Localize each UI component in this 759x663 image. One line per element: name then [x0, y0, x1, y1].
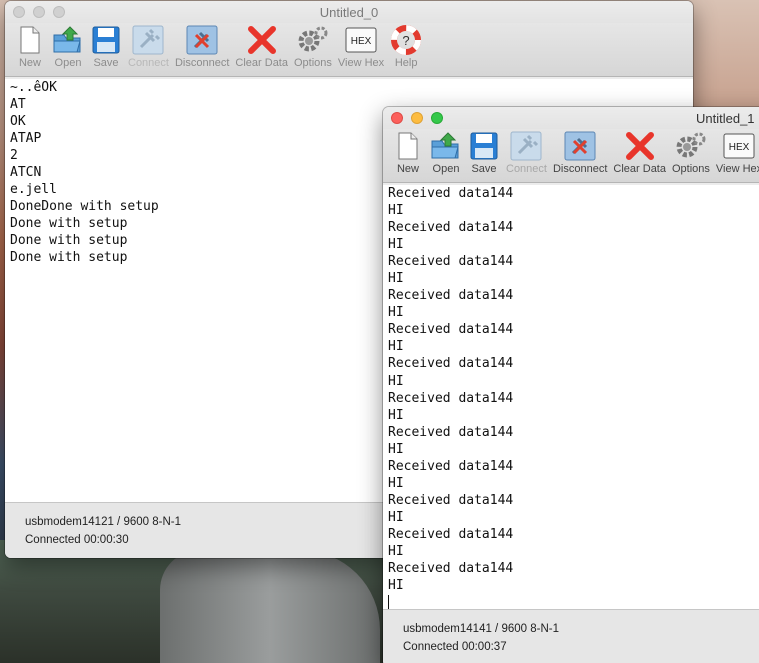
- terminal-line: HI: [388, 407, 404, 423]
- terminal-line: Received data144: [388, 186, 514, 201]
- terminal-line: Received data144: [388, 288, 514, 304]
- hex-icon: HEX: [723, 130, 755, 162]
- toolbar-button-options[interactable]: Options: [669, 129, 713, 175]
- toolbar-button-label: Open: [432, 163, 460, 175]
- toolbar-button-label: Connect: [128, 57, 169, 69]
- gear-icon: [675, 130, 707, 162]
- window-title: Untitled_1: [696, 111, 755, 126]
- new-document-icon: [392, 130, 424, 162]
- toolbar: New Open Save Connect Disconnect Clear Data Op…: [5, 23, 693, 77]
- connect-plug-icon: [132, 24, 164, 56]
- disconnect-plug-icon: [564, 130, 596, 162]
- connection-status-text: Connected 00:00:37: [403, 641, 507, 653]
- toolbar-button-label: New: [396, 163, 419, 175]
- terminal-line: HI: [388, 373, 404, 389]
- save-disk-icon: [90, 24, 122, 56]
- open-folder-icon: [430, 130, 462, 162]
- terminal-line: Received data144: [388, 322, 514, 338]
- terminal-line: Received data144: [388, 424, 514, 440]
- toolbar-button-label: Options: [293, 57, 332, 69]
- terminal-line: HI: [388, 305, 404, 321]
- terminal-line: HI: [388, 271, 404, 287]
- toolbar-button-save[interactable]: Save: [465, 129, 503, 175]
- toolbar-button-new[interactable]: New: [11, 23, 49, 69]
- terminal-output[interactable]: Received data144 HI Received data144 HI Rece…: [383, 185, 759, 609]
- toolbar-button-label: Connect: [506, 163, 547, 175]
- toolbar: New Open Save Connect Disconnect Clear Data Op…: [383, 129, 759, 183]
- terminal-line: Received data144: [388, 220, 514, 236]
- terminal-window-untitled-1: Untitled_1 New Open Save Connect Disconnect C…: [383, 107, 759, 663]
- terminal-line: Received data144: [388, 561, 514, 577]
- toolbar-button-open[interactable]: Open: [427, 129, 465, 175]
- status-bar: usbmodem14141 / 9600 8-N-1 Connected 00:…: [383, 609, 759, 663]
- terminal-line: Received data144: [388, 492, 514, 508]
- terminal-line: Received data144: [388, 390, 514, 406]
- terminal-line: Received data144: [388, 254, 514, 270]
- terminal-line: Received data144: [388, 458, 514, 474]
- toolbar-button-label: New: [18, 57, 41, 69]
- terminal-line: HI: [388, 475, 404, 491]
- terminal-line: HI: [388, 543, 404, 559]
- terminal-line: HI: [388, 509, 404, 525]
- toolbar-button-options[interactable]: Options: [291, 23, 335, 69]
- toolbar-button-label: Open: [54, 57, 82, 69]
- toolbar-button-label: View Hex: [337, 57, 385, 69]
- terminal-line: HI: [388, 441, 404, 457]
- open-folder-icon: [52, 24, 84, 56]
- toolbar-button-clear-data[interactable]: Clear Data: [232, 23, 291, 69]
- text-cursor: [388, 594, 759, 609]
- toolbar-button-open[interactable]: Open: [49, 23, 87, 69]
- toolbar-button-label: Disconnect: [174, 57, 230, 69]
- svg-text:?: ?: [403, 33, 410, 48]
- terminal-line: HI: [388, 237, 404, 253]
- close-window-button[interactable]: [391, 112, 403, 124]
- save-disk-icon: [468, 130, 500, 162]
- new-document-icon: [14, 24, 46, 56]
- toolbar-button-view-hex[interactable]: HEX View Hex: [335, 23, 387, 69]
- toolbar-button-disconnect[interactable]: Disconnect: [550, 129, 610, 175]
- gear-icon: [297, 24, 329, 56]
- clear-x-icon: [624, 130, 656, 162]
- hex-icon: HEX: [345, 24, 377, 56]
- clear-x-icon: [246, 24, 278, 56]
- toolbar-button-label: Options: [671, 163, 710, 175]
- terminal-line: Received data144: [388, 356, 514, 372]
- terminal-line: Received data144: [388, 526, 514, 542]
- toolbar-button-view-hex[interactable]: HEX View Hex: [713, 129, 759, 175]
- terminal-line: HI: [388, 339, 404, 355]
- toolbar-button-label: View Hex: [715, 163, 759, 175]
- lifebuoy-help-icon: ?: [390, 24, 422, 56]
- toolbar-button-save[interactable]: Save: [87, 23, 125, 69]
- disconnect-plug-icon: [186, 24, 218, 56]
- window-title: Untitled_0: [319, 5, 379, 20]
- toolbar-button-label: Help: [394, 57, 418, 69]
- toolbar-button-help[interactable]: ? Help: [387, 23, 425, 69]
- terminal-line: ~..êOK: [10, 80, 57, 95]
- toolbar-button-label: Save: [93, 57, 119, 69]
- minimize-window-button[interactable]: [411, 112, 423, 124]
- window-controls: [391, 112, 443, 124]
- connect-plug-icon: [510, 130, 542, 162]
- port-settings-text: usbmodem14141 / 9600 8-N-1: [403, 623, 559, 635]
- zoom-window-button[interactable]: [431, 112, 443, 124]
- terminal-line: HI: [388, 578, 404, 594]
- toolbar-button-connect: Connect: [125, 23, 172, 69]
- toolbar-button-clear-data[interactable]: Clear Data: [610, 129, 669, 175]
- svg-text:HEX: HEX: [351, 36, 372, 47]
- window-titlebar[interactable]: Untitled_0: [5, 1, 693, 23]
- toolbar-button-disconnect[interactable]: Disconnect: [172, 23, 232, 69]
- toolbar-button-connect: Connect: [503, 129, 550, 175]
- window-titlebar[interactable]: Untitled_1: [383, 107, 759, 129]
- toolbar-button-label: Save: [471, 163, 497, 175]
- toolbar-button-label: Disconnect: [552, 163, 608, 175]
- toolbar-button-new[interactable]: New: [389, 129, 427, 175]
- toolbar-button-label: Clear Data: [235, 57, 288, 69]
- toolbar-button-label: Clear Data: [613, 163, 666, 175]
- terminal-line: HI: [388, 203, 404, 219]
- svg-text:HEX: HEX: [729, 142, 750, 153]
